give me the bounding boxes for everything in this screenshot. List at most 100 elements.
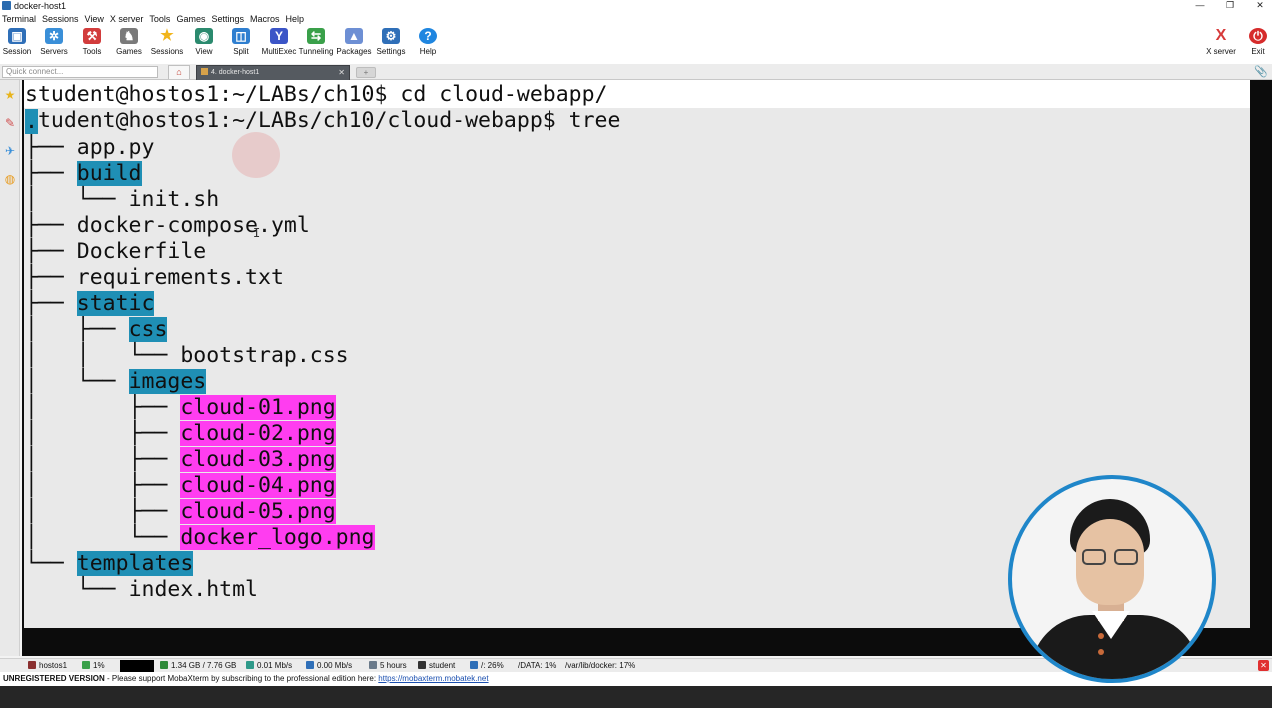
sessions-button[interactable]: ★ Sessions [147, 28, 187, 62]
status-memory: 1.34 GB / 7.76 GB [160, 660, 236, 672]
directory-name: css [128, 317, 168, 342]
terminal-line: │ ├── cloud-05.png [25, 499, 336, 525]
image-file-name: docker_logo.png [180, 525, 375, 550]
status-host-text: hostos1 [39, 661, 68, 670]
tree-branch: │ ├── [25, 317, 129, 342]
view-button[interactable]: ◉ View [184, 28, 224, 62]
help-button[interactable]: ? Help [408, 28, 448, 62]
mouse-highlight [232, 132, 280, 178]
terminal-line: └── templates [25, 551, 194, 577]
status-uptime: 5 hours [369, 660, 407, 672]
tools-button[interactable]: ⚒ Tools [72, 28, 112, 62]
tab-docker-host1[interactable]: 4. docker-host1 ✕ [196, 65, 350, 80]
menu-sessions[interactable]: Sessions [40, 12, 83, 26]
terminal-line: │ └── images [25, 369, 207, 395]
power-icon: ⏻ [1249, 28, 1267, 44]
terminal-line: ├── docker-compose.yml [25, 213, 310, 239]
terminal-line: │ ├── cloud-02.png [25, 421, 336, 447]
sessions-star-icon[interactable]: ★ [3, 88, 17, 102]
menu-terminal[interactable]: Terminal [0, 12, 40, 26]
command-text: student@hostos1:~/LABs/ch10$ cd cloud-we… [25, 82, 608, 107]
menu-help[interactable]: Help [284, 12, 309, 26]
mobatek-link[interactable]: https://mobaxterm.mobatek.net [378, 674, 488, 683]
terminal-scrollbar[interactable] [1252, 80, 1272, 656]
session-label: Session [2, 47, 32, 56]
terminal-line: . [25, 109, 38, 135]
games-button[interactable]: ♞ Games [109, 28, 149, 62]
file-name: init.sh [128, 187, 220, 212]
maximize-button[interactable]: ❐ [1216, 0, 1244, 12]
download-icon [306, 661, 314, 669]
menu-macros[interactable]: Macros [248, 12, 284, 26]
quick-connect-input[interactable]: Quick connect... [2, 66, 158, 78]
settings-button[interactable]: ⚙ Settings [371, 28, 411, 62]
file-name: requirements.txt [76, 265, 284, 290]
menu-view[interactable]: View [83, 12, 108, 26]
close-window-button[interactable]: ✕ [1246, 0, 1272, 12]
tunneling-icon: ⇆ [307, 28, 325, 44]
home-icon: ⌂ [176, 67, 182, 77]
session-button[interactable]: ▣ Session [0, 28, 37, 62]
status-memory-text: 1.34 GB / 7.76 GB [171, 661, 237, 670]
file-name: index.html [128, 577, 259, 602]
tunneling-button[interactable]: ⇆ Tunneling [296, 28, 336, 62]
file-name: bootstrap.css [180, 343, 349, 368]
terminal-line: ├── app.py [25, 135, 154, 161]
unregistered-label: UNREGISTERED VERSION [3, 674, 105, 683]
split-button[interactable]: ◫ Split [221, 28, 261, 62]
memory-icon [160, 661, 168, 669]
tree-branch: ├── [25, 265, 77, 290]
image-file-name: cloud-01.png [180, 395, 336, 420]
tab-close-icon[interactable]: ✕ [338, 66, 345, 79]
tree-branch: │ └── [25, 369, 129, 394]
status-upload: 0.01 Mb/s [246, 660, 292, 672]
main-toolbar: ▣ Session ✲ Servers ⚒ Tools ♞ Games ★ Se… [0, 26, 1272, 64]
gear-icon: ⚙ [382, 28, 400, 44]
status-disk-data: /DATA: 1% [518, 661, 557, 670]
exit-button[interactable]: ⏻ Exit [1238, 28, 1272, 62]
packages-button[interactable]: ▲ Packages [334, 28, 374, 62]
help-label: Help [419, 47, 437, 56]
sftp-icon[interactable]: ◍ [3, 172, 17, 186]
terminal-line: │ ├── cloud-03.png [25, 447, 336, 473]
multiexec-icon: Y [270, 28, 288, 44]
home-tab[interactable]: ⌂ [168, 65, 190, 79]
view-label: View [195, 47, 213, 56]
terminal-line: │ └── init.sh [25, 187, 219, 213]
servers-button[interactable]: ✲ Servers [34, 28, 74, 62]
sessions-label: Sessions [150, 47, 184, 56]
directory-name: templates [76, 551, 194, 576]
servers-icon: ✲ [45, 28, 63, 44]
menu-settings[interactable]: Settings [209, 12, 248, 26]
tools-label: Tools [82, 47, 102, 56]
packages-icon: ▲ [345, 28, 363, 44]
uptime-icon [369, 661, 377, 669]
menu-games[interactable]: Games [174, 12, 209, 26]
tools-icon: ⚒ [83, 28, 101, 44]
presenter-button [1098, 633, 1104, 639]
status-disk-root-text: /: 26% [481, 661, 504, 670]
minimize-button[interactable]: — [1186, 0, 1214, 12]
tunneling-label: Tunneling [298, 47, 334, 56]
tree-branch: ├── [25, 291, 77, 316]
macros-icon[interactable]: ✈ [3, 144, 17, 158]
multiexec-button[interactable]: Y MultiExec [259, 28, 299, 62]
paperclip-icon[interactable]: 📎 [1254, 65, 1268, 78]
directory-name: . [25, 109, 38, 134]
status-close-icon[interactable]: ✕ [1258, 660, 1269, 671]
tree-branch: │ ├── [25, 499, 181, 524]
tools-side-icon[interactable]: ✎ [3, 116, 17, 130]
cpu-icon [82, 661, 90, 669]
menu-tools[interactable]: Tools [147, 12, 174, 26]
games-icon: ♞ [120, 28, 138, 44]
bottom-band [0, 686, 1272, 708]
menu-x-server[interactable]: X server [108, 12, 148, 26]
status-download-text: 0.00 Mb/s [317, 661, 353, 670]
status-disk-root: /: 26% [470, 660, 504, 672]
new-tab-button[interactable]: + [356, 67, 376, 78]
terminal-line: │ ├── cloud-01.png [25, 395, 336, 421]
terminal-line: student@hostos1:~/LABs/ch10$ cd cloud-we… [25, 82, 607, 108]
file-name: Dockerfile [76, 239, 207, 264]
x-server-button[interactable]: X X server [1201, 28, 1241, 62]
tree-branch: ├── [25, 213, 77, 238]
